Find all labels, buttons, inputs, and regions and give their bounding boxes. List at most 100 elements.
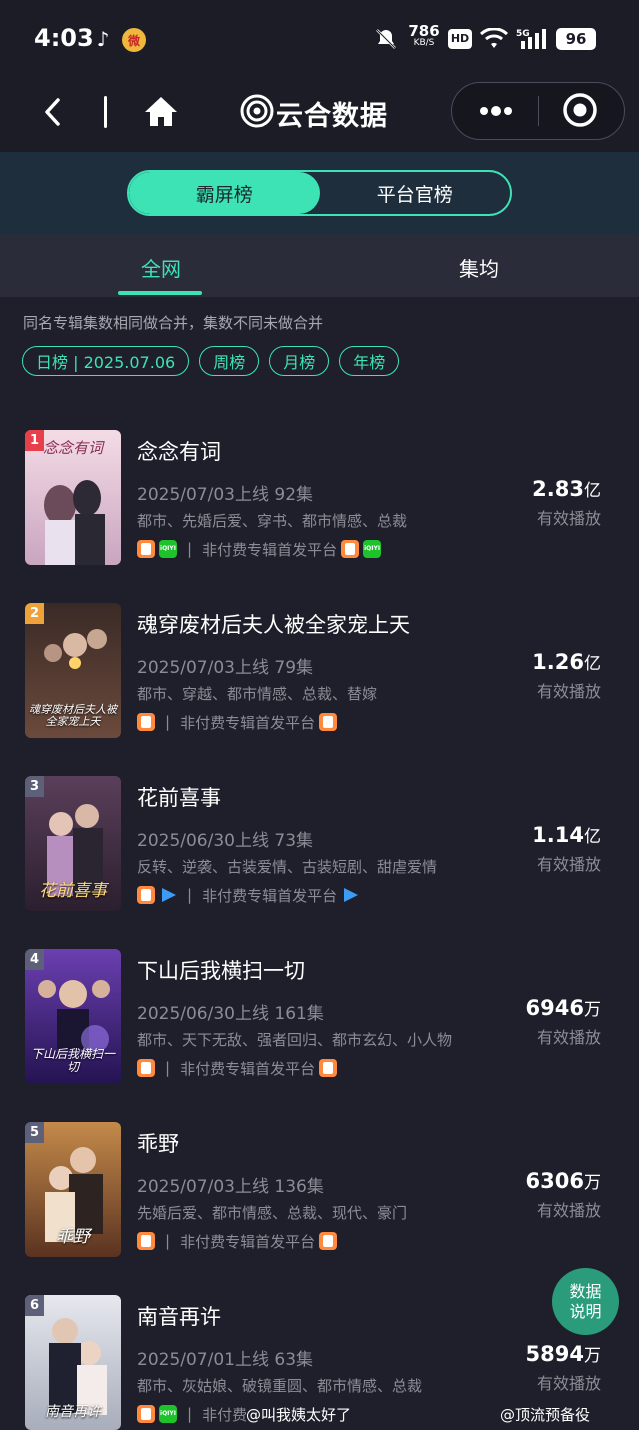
- drama-title[interactable]: 乖野: [137, 1128, 179, 1158]
- capsule-divider: [538, 96, 539, 126]
- play-count-number: 1.26: [532, 650, 584, 674]
- drama-title[interactable]: 下山后我横扫一切: [137, 955, 305, 985]
- poster-image: 南音再许 6: [25, 1295, 121, 1430]
- filter-monthly[interactable]: 月榜: [269, 346, 330, 376]
- wifi-icon: [480, 26, 508, 52]
- filter-daily[interactable]: 日榜 | 2025.07.06: [22, 346, 190, 376]
- close-target-icon[interactable]: [562, 92, 598, 128]
- drama-title[interactable]: 魂穿废材后夫人被全家宠上天: [137, 609, 410, 639]
- app-title: 云合数据: [276, 101, 388, 132]
- platform-label: 非付费专辑首发平台: [180, 1232, 316, 1251]
- play-stat: 2.83亿 有效播放: [532, 476, 601, 529]
- poster-title: 下山后我横扫一切: [30, 1046, 115, 1074]
- separator: |: [187, 1405, 193, 1423]
- list-item[interactable]: 下山后我横扫一切 4 下山后我横扫一切 2025/06/30上线 161集 都市…: [0, 949, 639, 1122]
- separator: |: [165, 1232, 171, 1250]
- platform-label: 非付费专辑首发平台: [180, 1059, 316, 1078]
- home-icon[interactable]: [142, 94, 180, 130]
- poster-title: 乖野: [56, 1227, 90, 1248]
- play-count-unit: 万: [584, 1000, 601, 1020]
- nav-divider: [104, 96, 107, 128]
- platform-row: | 非付费专辑首发平台: [137, 1230, 338, 1252]
- play-count: 1.14亿: [532, 822, 601, 847]
- iqiyi-platform-icon: iQIYI: [159, 1405, 177, 1423]
- signal-5g-icon: 5G: [516, 26, 548, 52]
- mango-platform-icon: [319, 1059, 338, 1077]
- genre-tags: 都市、穿越、都市情感、总裁、替嫁: [137, 685, 378, 703]
- rank-badge: 3: [25, 776, 44, 797]
- play-stat: 1.26亿 有效播放: [532, 649, 601, 702]
- play-count-unit: 亿: [584, 481, 601, 501]
- iqiyi-platform-icon: iQIYI: [363, 540, 382, 558]
- genre-tags: 都市、天下无敌、强者回归、都市玄幻、小人物: [137, 1031, 453, 1049]
- list-item[interactable]: 魂穿废材后夫人被全家宠上天 2 魂穿废材后夫人被全家宠上天 2025/07/03…: [0, 603, 639, 776]
- platform-row: | 非付费专辑首发平台: [137, 1057, 338, 1079]
- poster-image: 乖野 5: [25, 1122, 121, 1257]
- period-filters: 日榜 | 2025.07.06 周榜 月榜 年榜: [22, 346, 400, 376]
- drama-title[interactable]: 南音再许: [137, 1301, 221, 1331]
- play-count-label: 有效播放: [536, 1374, 601, 1393]
- data-explanation-button[interactable]: 数据 说明: [552, 1268, 619, 1335]
- poster-image: 念念有词 1: [25, 430, 121, 565]
- drama-title[interactable]: 念念有词: [137, 436, 221, 466]
- poster-title: 花前喜事: [39, 881, 107, 902]
- release-info: 2025/06/30上线 161集: [137, 1004, 324, 1024]
- genre-tags: 反转、逆袭、古装爱情、古装短剧、甜虐爱情: [137, 858, 438, 876]
- list-item[interactable]: 念念有词 1 念念有词 2025/07/03上线 92集 都市、先婚后爱、穿书、…: [0, 430, 639, 603]
- separator: |: [187, 886, 193, 904]
- platform-label: 非付费专辑首发平台: [202, 540, 338, 559]
- mango-platform-icon: [137, 1405, 155, 1423]
- genre-tags: 都市、先婚后爱、穿书、都市情感、总裁: [137, 512, 408, 530]
- play-count-unit: 亿: [584, 654, 601, 674]
- play-count: 2.83亿: [532, 476, 601, 501]
- play-count: 6306万: [526, 1168, 601, 1193]
- mini-program-capsule: [451, 82, 625, 140]
- filter-weekly[interactable]: 周榜: [199, 346, 260, 376]
- rank-badge: 4: [25, 949, 44, 970]
- battery-indicator: 96: [556, 28, 596, 50]
- merge-notice: 同名专辑集数相同做合并，集数不同未做合并: [23, 314, 324, 332]
- rank-badge: 1: [25, 430, 44, 451]
- tab-per-episode[interactable]: 集均: [459, 253, 499, 282]
- play-count-label: 有效播放: [536, 1028, 601, 1047]
- play-count-label: 有效播放: [536, 1201, 601, 1220]
- list-item[interactable]: 花前喜事 3 花前喜事 2025/06/30上线 73集 反转、逆袭、古装爱情、…: [0, 776, 639, 949]
- weibo-icon: 微: [122, 28, 146, 52]
- drama-title[interactable]: 花前喜事: [137, 782, 221, 812]
- app-logo: [240, 94, 274, 128]
- mango-platform-icon: [319, 1232, 338, 1250]
- play-stat: 5894万 有效播放: [526, 1341, 601, 1394]
- poster-image: 花前喜事 3: [25, 776, 121, 911]
- play-count-unit: 亿: [584, 827, 601, 847]
- play-count: 6946万: [526, 995, 601, 1020]
- ranking-type-area: 霸屏榜 平台官榜: [0, 152, 639, 235]
- list-item[interactable]: 乖野 5 乖野 2025/07/03上线 136集 先婚后爱、都市情感、总裁、现…: [0, 1122, 639, 1295]
- play-count: 1.26亿: [532, 649, 601, 674]
- active-tab-underline: [118, 291, 202, 295]
- tab-all-network[interactable]: 全网: [141, 253, 181, 282]
- play-stat: 6946万 有效播放: [526, 995, 601, 1048]
- platform-row: iQIYI | 非付费专辑首发平台 iQIYI: [137, 538, 382, 560]
- separator: |: [187, 540, 193, 558]
- play-count: 5894万: [526, 1341, 601, 1366]
- tiktok-icon: ♪: [96, 27, 110, 51]
- back-arrow-icon[interactable]: [36, 94, 72, 130]
- segment-platform-ranking[interactable]: 平台官榜: [320, 172, 511, 214]
- poster-image: 魂穿废材后夫人被全家宠上天 2: [25, 603, 121, 738]
- poster-title: 魂穿废材后夫人被全家宠上天: [29, 702, 117, 728]
- segment-dominance-ranking[interactable]: 霸屏榜: [129, 172, 320, 214]
- play-stat: 1.14亿 有效播放: [532, 822, 601, 875]
- network-speed: 786 KB/S: [408, 24, 440, 48]
- net-speed-value: 786: [408, 22, 440, 40]
- platform-label: 非付费专辑首发平台: [202, 886, 338, 905]
- more-options-icon[interactable]: [476, 99, 516, 123]
- platform-label: 非付费专辑首发平台: [180, 713, 316, 732]
- play-stat: 6306万 有效播放: [526, 1168, 601, 1221]
- play-count-label: 有效播放: [536, 509, 601, 528]
- filter-yearly[interactable]: 年榜: [339, 346, 400, 376]
- rank-badge: 2: [25, 603, 44, 624]
- release-info: 2025/07/03上线 136集: [137, 1177, 324, 1197]
- play-count-number: 6946: [525, 996, 584, 1020]
- status-bar: 4:03 ♪ 微 786 KB/S HD 5G 96: [0, 0, 639, 80]
- weibo-watermark: @叫我姨太好了: [246, 1406, 352, 1424]
